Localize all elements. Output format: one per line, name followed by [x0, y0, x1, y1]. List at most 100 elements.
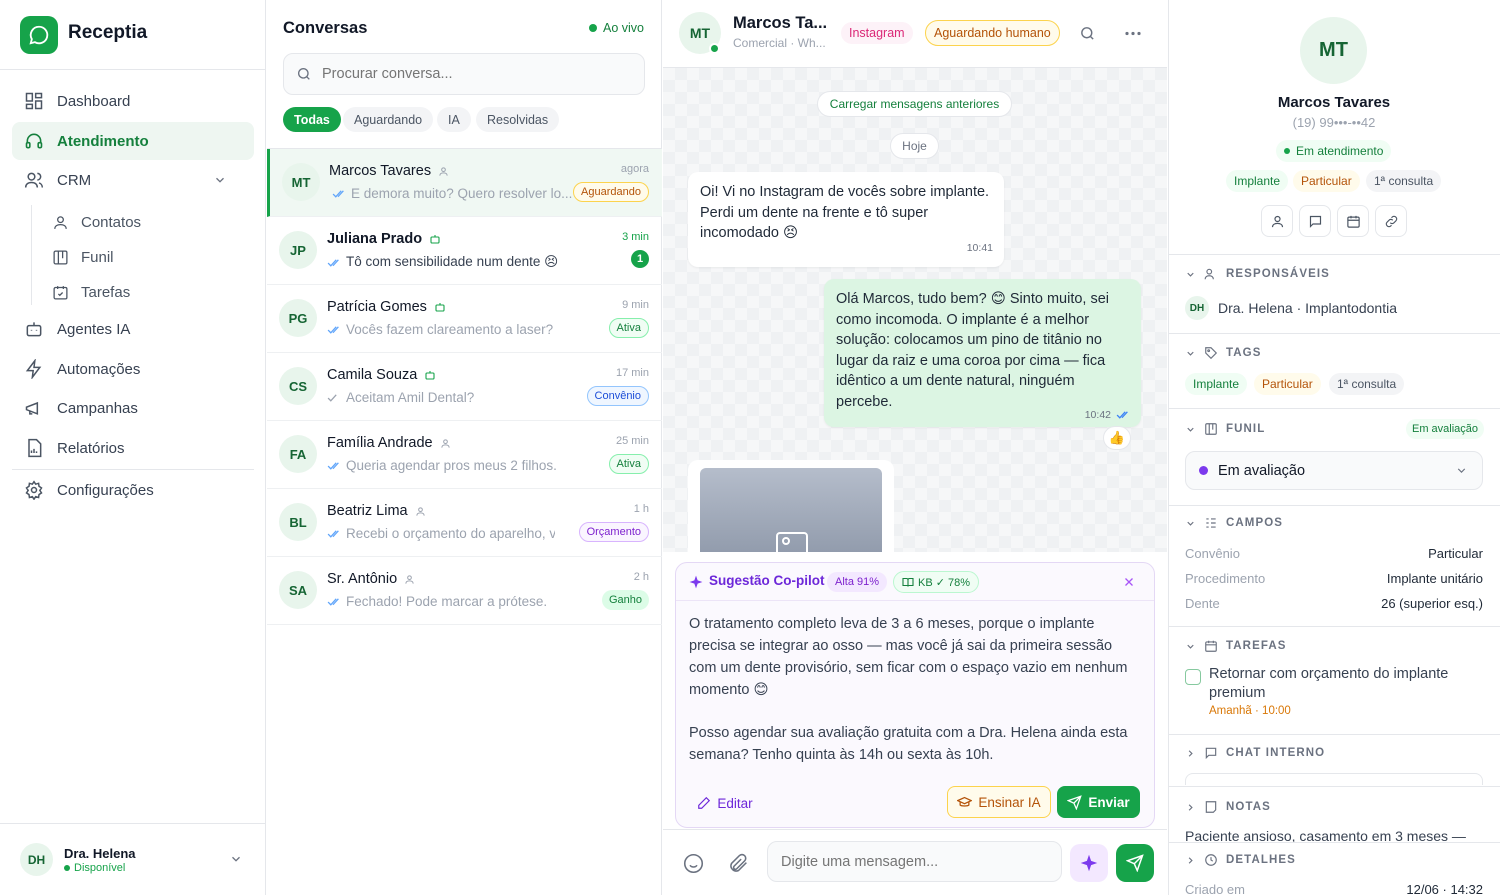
funil-stage-select[interactable]: Em avaliação	[1185, 451, 1483, 490]
link-button[interactable]	[1375, 205, 1407, 237]
message-button[interactable]	[1299, 205, 1331, 237]
field-key: Dente	[1185, 596, 1220, 611]
timestamp: 1 h	[633, 503, 649, 515]
nav-automacoes[interactable]: Automações	[12, 350, 254, 388]
status-badge: Convênio	[586, 386, 649, 406]
task-checkbox[interactable]	[1185, 669, 1201, 685]
status-badge: Em atendimento	[1276, 140, 1392, 162]
close-icon[interactable]	[1123, 576, 1135, 588]
tag-particular[interactable]: Particular	[1254, 373, 1321, 395]
section-tarefas[interactable]: TAREFAS	[1185, 639, 1287, 653]
button-label: Enviar	[1088, 794, 1130, 810]
section-responsaveis[interactable]: RESPONSÁVEIS	[1185, 267, 1330, 281]
note-preview: Paciente ansioso, casamento em 3 meses —	[1185, 828, 1466, 842]
filter-ia[interactable]: IA	[437, 107, 471, 132]
tag-implante: Implante	[1226, 170, 1289, 192]
search-input[interactable]	[322, 66, 622, 82]
chevron-down-icon	[1187, 351, 1194, 356]
nav-configuracoes[interactable]: Configurações	[12, 471, 254, 509]
status-dot	[64, 865, 70, 871]
schedule-button[interactable]	[1337, 205, 1369, 237]
filter-todas[interactable]: Todas	[283, 107, 341, 132]
message-preview: Vocês fazem clareamento a laser?	[327, 322, 567, 337]
nav-relatorios[interactable]: Relatórios	[12, 429, 254, 467]
check-icon	[327, 394, 337, 402]
field-value: 26 (superior esq.)	[1381, 596, 1483, 611]
section-title: CHAT INTERNO	[1226, 747, 1326, 759]
tag-primeira-consulta[interactable]: 1ª consulta	[1329, 373, 1405, 395]
ai-assist-button[interactable]	[1070, 844, 1108, 882]
message-composer[interactable]	[767, 841, 1062, 882]
send-icon	[1126, 854, 1144, 872]
person-icon	[439, 166, 448, 176]
chevron-down-icon[interactable]	[213, 173, 227, 187]
section-detalhes[interactable]: DETALHES	[1185, 853, 1296, 867]
filter-resolvidas[interactable]: Resolvidas	[476, 107, 560, 132]
edit-button[interactable]: Editar	[694, 787, 756, 819]
nav-agentes-ia[interactable]: Agentes IA	[12, 310, 254, 348]
nav-label: Configurações	[57, 481, 154, 499]
section-chat-interno[interactable]: CHAT INTERNO	[1185, 746, 1325, 760]
send-suggestion-button[interactable]: Enviar	[1057, 786, 1140, 818]
message-input[interactable]	[781, 853, 1051, 870]
nav-contatos[interactable]: Contatos	[52, 207, 141, 237]
chevron-right-icon	[1188, 856, 1193, 864]
image-message[interactable]	[688, 460, 894, 552]
copilot-paragraph: O tratamento completo leva de 3 a 6 mese…	[689, 616, 1128, 698]
paperclip-icon[interactable]	[728, 853, 749, 874]
nav-dashboard[interactable]: Dashboard	[12, 82, 254, 120]
conversation-row[interactable]: BL Beatriz Lima Recebi o orçamento do ap…	[267, 489, 662, 557]
bot-icon	[26, 322, 42, 337]
megaphone-icon	[25, 401, 39, 415]
preview-text: Tô com sensibilidade num dente 😣	[346, 254, 559, 269]
users-icon	[1204, 268, 1214, 280]
conversation-row[interactable]: FA Família Andrade Queria agendar pros m…	[267, 421, 662, 489]
status-badge: Ativa	[608, 454, 649, 474]
load-more-button[interactable]: Carregar mensagens anteriores	[817, 91, 1012, 117]
chevron-down-icon[interactable]	[229, 852, 243, 866]
section-notas[interactable]: NOTAS	[1185, 800, 1271, 814]
more-icon[interactable]	[1125, 31, 1141, 36]
avatar: FA	[279, 435, 317, 473]
brand-name: Receptia	[68, 22, 148, 43]
avatar: CS	[279, 367, 317, 405]
contact-name: Sr. Antônio	[327, 571, 415, 587]
filter-aguardando[interactable]: Aguardando	[343, 107, 434, 132]
conversation-row[interactable]: MT Marcos Tavares E demora muito? Quero …	[267, 149, 662, 217]
person-icon	[415, 506, 425, 516]
profile-button[interactable]	[1261, 205, 1293, 237]
nav-funil[interactable]: Funil	[52, 242, 114, 272]
nav-campanhas[interactable]: Campanhas	[12, 389, 254, 427]
section-title: TAREFAS	[1226, 640, 1287, 652]
conversation-row[interactable]: JP Juliana Prado Tô com sensibilidade nu…	[267, 217, 662, 285]
nav-atendimento[interactable]: Atendimento	[12, 122, 254, 160]
field-value: Implante unitário	[1386, 571, 1483, 586]
conversation-row[interactable]: PG Patrícia Gomes Vocês fazem clareament…	[267, 285, 662, 353]
chat-subtitle: Comercial · Wh...	[733, 36, 826, 50]
avatar: JP	[279, 231, 317, 269]
tag-implante[interactable]: Implante	[1185, 373, 1248, 395]
section-funil[interactable]: FUNIL	[1185, 422, 1265, 436]
user-icon	[1271, 215, 1283, 227]
nav-tarefas[interactable]: Tarefas	[52, 277, 130, 307]
double-check-icon	[332, 190, 344, 198]
divider	[1168, 734, 1500, 735]
name-text: Beatriz Lima	[327, 503, 408, 519]
nav-crm[interactable]: CRM	[12, 161, 254, 199]
nav-label: Atendimento	[57, 132, 149, 150]
search-icon[interactable]	[1079, 25, 1096, 42]
teach-ai-button[interactable]: Ensinar IA	[947, 786, 1051, 818]
section-campos[interactable]: CAMPOS	[1185, 516, 1283, 530]
copilot-title: Sugestão Co-pilot	[709, 573, 825, 588]
emoji-icon[interactable]	[683, 853, 704, 874]
chat-interno-preview	[1185, 773, 1483, 785]
grid-icon	[25, 92, 43, 110]
conversation-row[interactable]: CS Camila Souza Aceitam Amil Dental? 17 …	[267, 353, 662, 421]
section-tags[interactable]: TAGS	[1185, 346, 1262, 360]
reaction[interactable]: 👍	[1103, 426, 1131, 450]
conversation-row[interactable]: SA Sr. Antônio Fechado! Pode marcar a pr…	[267, 557, 662, 625]
section-title: NOTAS	[1226, 801, 1271, 813]
divider	[1168, 786, 1500, 787]
send-button[interactable]	[1116, 844, 1154, 882]
conversation-search[interactable]	[283, 53, 645, 95]
